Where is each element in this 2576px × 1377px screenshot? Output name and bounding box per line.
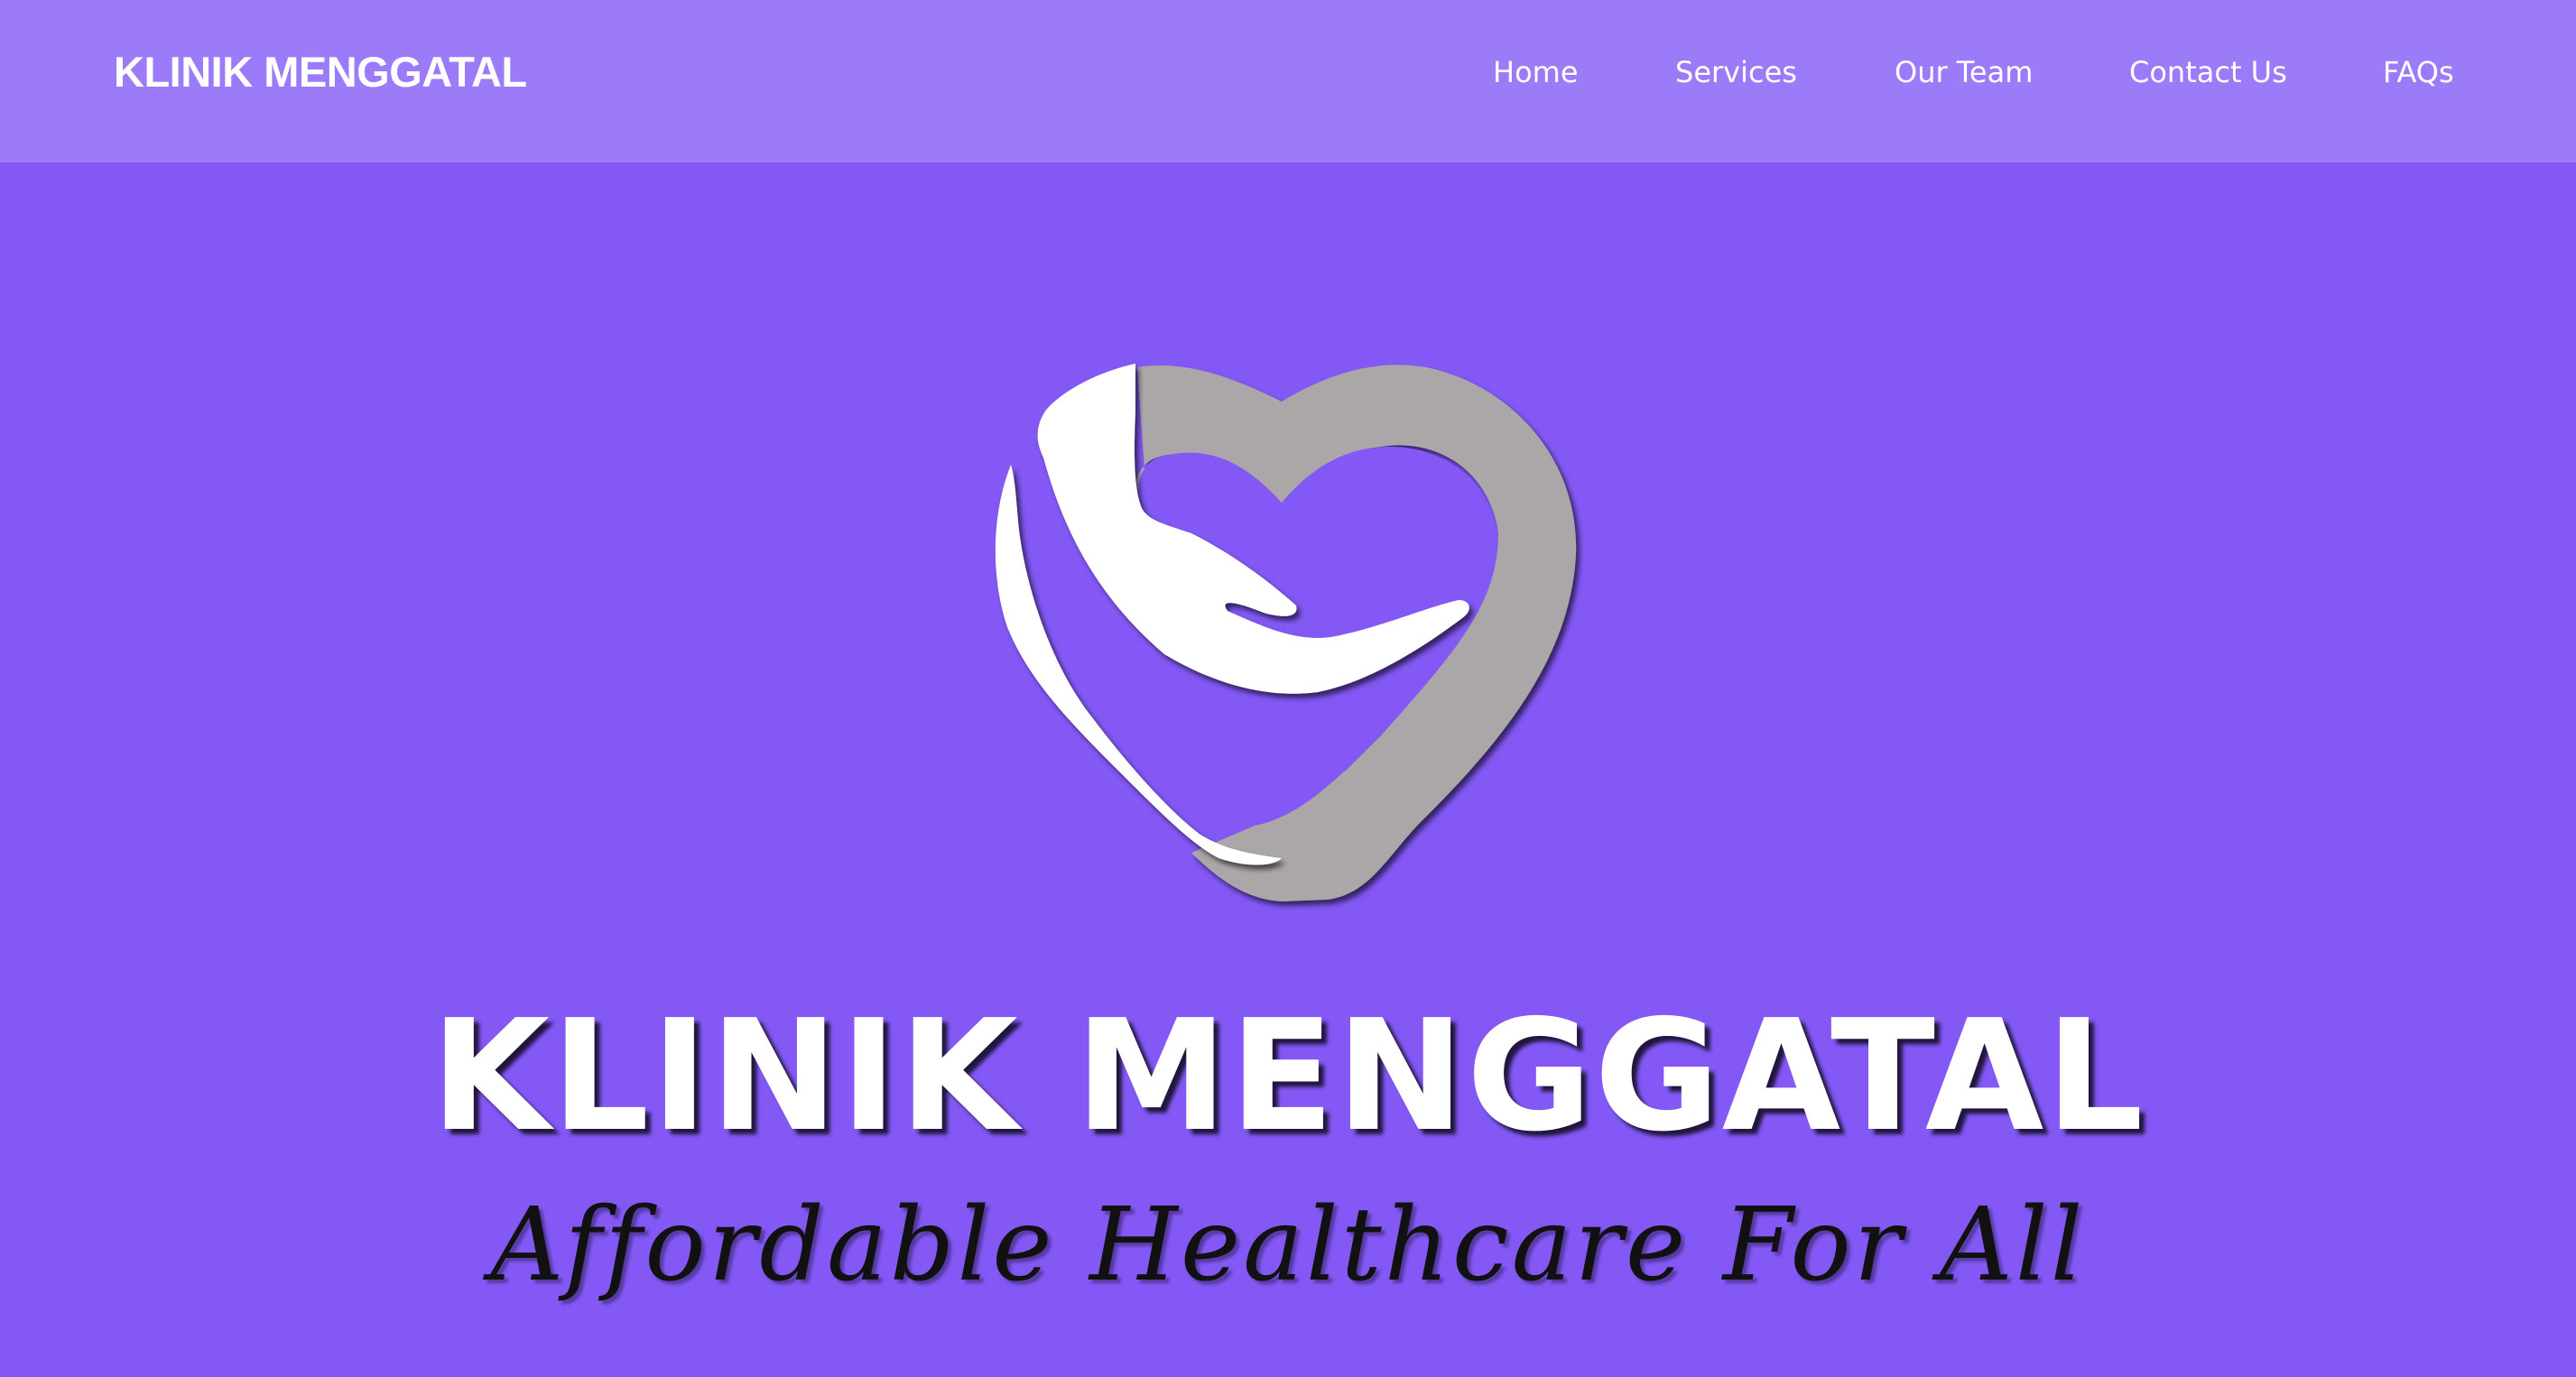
nav-faqs-link[interactable]: FAQs [2383, 47, 2454, 97]
nav-our-team-link[interactable]: Our Team [1895, 47, 2033, 97]
top-navbar: KLINIK MENGGATAL Home Services Our Team … [0, 0, 2576, 162]
heart-hands-icon [995, 364, 1577, 902]
hero-tagline: Affordable Healthcare For All [490, 1187, 2086, 1304]
nav-contact-us-link[interactable]: Contact Us [2129, 47, 2287, 97]
nav-home-link[interactable]: Home [1493, 47, 1579, 97]
nav-links: Home Services Our Team Contact Us FAQs [0, 47, 2576, 97]
nav-services-link[interactable]: Services [1675, 47, 1797, 97]
hero-title: KLINIK MENGGATAL [431, 987, 2145, 1166]
